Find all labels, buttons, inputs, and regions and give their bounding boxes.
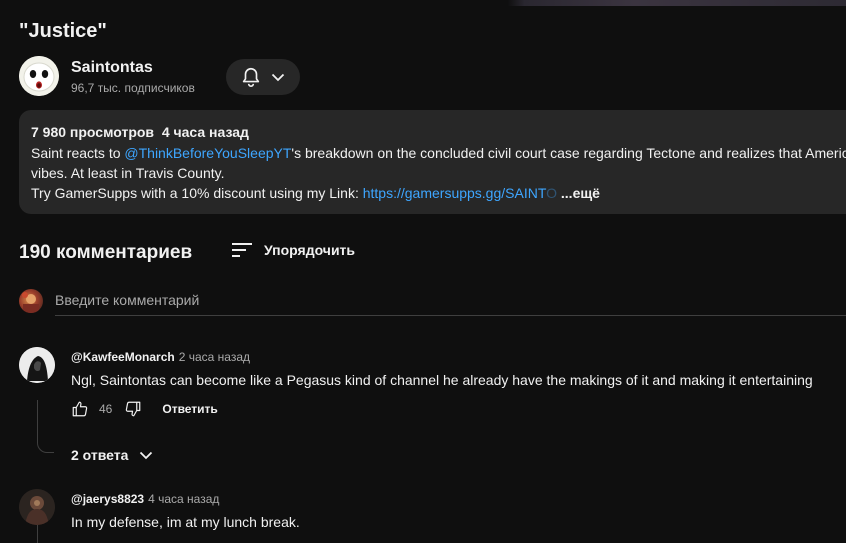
comment-author-avatar[interactable] (19, 347, 55, 383)
ghost-face-avatar-icon (19, 56, 59, 96)
reply-button[interactable]: Ответить (162, 402, 217, 416)
comment-author[interactable]: @jaerys8823 4 часа назад (71, 492, 219, 506)
description-line-2: vibes. At least in Travis County. (31, 165, 225, 181)
description-text: Try GamerSupps with a 10% discount using… (31, 185, 363, 201)
subscriber-count: 96,7 тыс. подписчиков (71, 81, 195, 95)
bell-icon (242, 67, 260, 87)
comment-actions: 46 Ответить (71, 399, 218, 419)
comment-author-name[interactable]: @KawfeeMonarch (71, 350, 175, 364)
chevron-down-icon (271, 73, 285, 82)
description-line-1: Saint reacts to @ThinkBeforeYouSleepYT's… (31, 145, 846, 161)
sponsor-link-fade: O (546, 185, 558, 201)
description-box[interactable]: 7 980 просмотров 4 часа назад Saint reac… (19, 110, 846, 214)
comment-text: Ngl, Saintontas can become like a Pegasu… (71, 372, 813, 388)
hooded-figure-avatar (19, 347, 55, 383)
page: "Justice" Saintontas 96,7 тыс. подписчик… (0, 0, 846, 543)
replies-count-label: 2 ответа (71, 447, 129, 463)
view-count: 7 980 просмотров (31, 124, 155, 140)
sort-icon (232, 243, 252, 257)
mention-link[interactable]: @ThinkBeforeYouSleepYT (124, 145, 291, 161)
dark-figure-avatar (19, 489, 55, 525)
channel-avatar[interactable] (19, 56, 59, 96)
description-line-3: Try GamerSupps with a 10% discount using… (31, 185, 600, 201)
comment-text: In my defense, im at my lunch break. (71, 514, 300, 530)
show-more-button[interactable]: ...ещё (561, 185, 600, 201)
video-player-edge[interactable] (0, 0, 846, 6)
description-text: 's breakdown on the concluded civil cour… (291, 145, 846, 161)
chevron-down-icon (140, 451, 153, 460)
view-replies-button[interactable]: 2 ответа (71, 445, 154, 465)
comments-count: 190 комментариев (19, 242, 193, 263)
sort-label: Упорядочить (264, 242, 356, 258)
comment-author-name[interactable]: @jaerys8823 (71, 492, 144, 506)
comment-time[interactable]: 2 часа назад (179, 350, 250, 364)
thread-connector (37, 400, 54, 453)
publish-date: 4 часа назад (161, 124, 249, 140)
comment-input-placeholder: Введите комментарий (55, 292, 200, 308)
channel-name[interactable]: Saintontas (71, 59, 153, 77)
sponsor-link[interactable]: https://gamersupps.gg/SAINT (363, 185, 546, 201)
thumbs-up-icon[interactable] (71, 400, 89, 418)
video-title: "Justice" (19, 20, 107, 42)
thumbs-down-icon[interactable] (124, 400, 142, 418)
comment-author[interactable]: @KawfeeMonarch 2 часа назад (71, 350, 250, 364)
description-meta: 7 980 просмотров 4 часа назад (31, 124, 249, 140)
notification-bell-button[interactable] (226, 59, 300, 95)
like-count: 46 (99, 402, 113, 416)
description-text: Saint reacts to (31, 145, 125, 161)
thread-connector (37, 525, 38, 543)
add-comment-input[interactable]: Введите комментарий (55, 289, 846, 316)
comment-author-avatar[interactable] (19, 489, 55, 525)
current-user-avatar (19, 289, 43, 313)
comment-time[interactable]: 4 часа назад (148, 492, 219, 506)
sort-comments-button[interactable]: Упорядочить (231, 239, 355, 261)
user-avatar-image (22, 292, 39, 313)
